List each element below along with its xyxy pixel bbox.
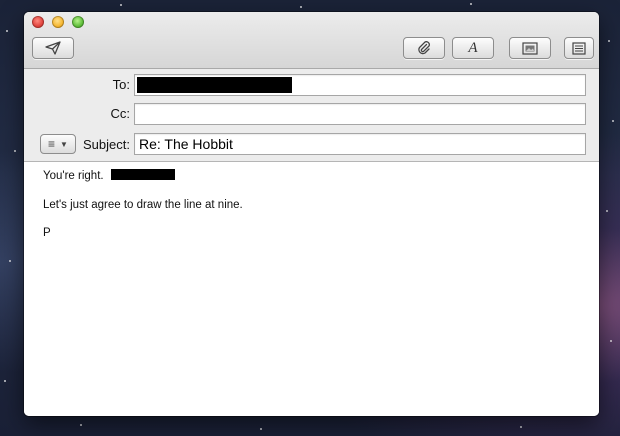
list-icon: ≡ — [48, 137, 56, 151]
stationery-icon — [572, 41, 586, 55]
photo-browser-button[interactable] — [509, 37, 551, 59]
minimize-window-button[interactable] — [52, 16, 64, 28]
subject-value: Re: The Hobbit — [139, 136, 233, 152]
photo-browser-icon — [522, 41, 538, 55]
body-signature: P — [43, 227, 51, 239]
paper-plane-icon — [45, 41, 61, 55]
message-format-menu[interactable]: ≡ ▼ — [40, 134, 76, 154]
subject-label: Subject: — [83, 137, 130, 152]
compose-window: A To: Cc: ≡ ▼ Subject: Re: The Hobbit Yo… — [24, 12, 599, 416]
subject-field[interactable]: Re: The Hobbit — [134, 133, 586, 155]
close-window-button[interactable] — [32, 16, 44, 28]
body-line-2: Let's just agree to draw the line at nin… — [43, 199, 243, 211]
window-toolbar: A — [24, 12, 599, 69]
send-button[interactable] — [32, 37, 74, 59]
redacted-recipient — [137, 77, 292, 93]
zoom-window-button[interactable] — [72, 16, 84, 28]
message-header: To: Cc: ≡ ▼ Subject: Re: The Hobbit — [24, 69, 599, 162]
cc-field[interactable] — [134, 103, 586, 125]
redacted-name — [110, 169, 175, 180]
body-line-1-text: You're right. — [43, 170, 104, 182]
font-A-icon: A — [468, 39, 478, 56]
to-field[interactable] — [134, 74, 586, 96]
message-body[interactable]: You're right. Let's just agree to draw t… — [24, 162, 599, 416]
body-line-1: You're right. — [43, 169, 175, 182]
stationery-button[interactable] — [564, 37, 594, 59]
chevron-down-icon: ▼ — [60, 139, 68, 149]
paperclip-icon — [417, 41, 431, 55]
format-fonts-button[interactable]: A — [452, 37, 494, 59]
cc-label: Cc: — [110, 106, 131, 121]
attach-button[interactable] — [403, 37, 445, 59]
to-label: To: — [112, 77, 130, 92]
